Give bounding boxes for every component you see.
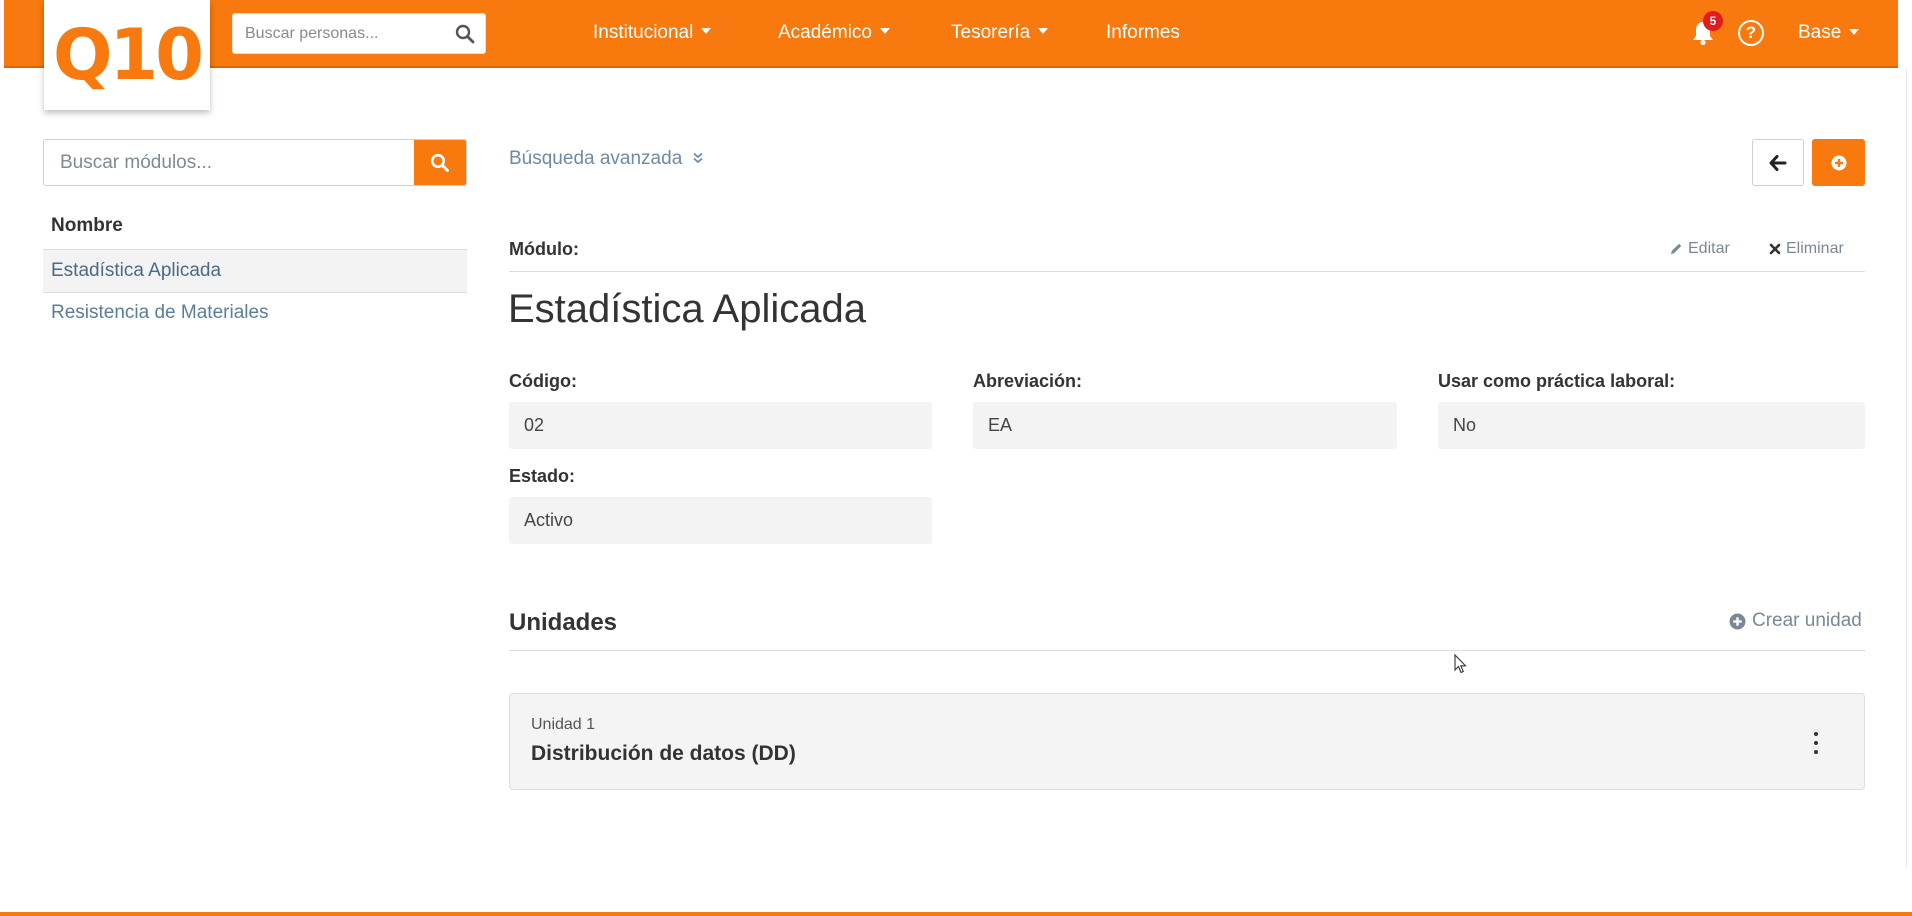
person-search-input[interactable] [245,14,445,53]
caret-down-icon [880,28,890,34]
nav-academico-label: Académico [778,22,872,43]
abreviacion-label: Abreviación: [973,371,1083,391]
module-search-button[interactable] [414,140,466,185]
pencil-icon [1671,243,1682,254]
user-menu-label: Base [1798,22,1842,43]
search-icon [430,153,449,172]
arrow-left-icon [1769,154,1787,171]
divider [509,271,1865,272]
module-search-box[interactable] [43,139,467,186]
unit-number: Unidad 1 [531,716,596,733]
nav-tesoreria-label: Tesorería [951,22,1031,43]
list-item[interactable]: Resistencia de Materiales [43,291,467,335]
mouse-cursor-icon [1454,654,1467,674]
codigo-label: Código: [509,371,577,391]
logo[interactable]: Q10 [44,0,210,110]
nav-institucional[interactable]: Institucional [593,0,712,66]
times-icon [1769,243,1781,255]
list-column-header: Nombre [51,215,123,236]
practica-laboral-label: Usar como práctica laboral: [1438,371,1676,391]
unit-card[interactable]: Unidad 1 Distribución de datos (DD) [509,693,1865,790]
codigo-value: 02 [509,402,932,449]
list-item-label: Resistencia de Materiales [51,302,269,323]
plus-circle-icon [1729,613,1746,629]
caret-down-icon [701,28,712,34]
divider [509,650,1865,651]
user-menu[interactable]: Base [1798,0,1860,66]
delete-label: Eliminar [1786,240,1844,257]
edit-label: Editar [1688,240,1730,257]
help-icon[interactable]: ? [1738,20,1764,46]
list-item-label: Estadística Aplicada [51,260,222,281]
person-search-box[interactable] [232,13,486,54]
footer-bar [0,912,1912,916]
edit-button[interactable]: Editar [1669,240,1730,258]
abreviacion-value: EA [973,402,1397,449]
unit-name: Distribución de datos (DD) [531,742,796,765]
nav-institucional-label: Institucional [593,22,694,43]
practica-laboral-value: No [1438,402,1865,449]
scrollbar[interactable] [1906,68,1907,868]
create-unit-label: Crear unidad [1752,610,1862,631]
advanced-search-label: Búsqueda avanzada [509,148,683,169]
plus-circle-icon [1831,155,1846,170]
nav-informes-label: Informes [1106,22,1180,43]
kebab-menu-icon[interactable] [1812,732,1820,754]
create-unit-link[interactable]: Crear unidad [1729,610,1862,632]
nav-academico[interactable]: Académico [778,0,890,66]
estado-value: Activo [509,497,932,544]
back-button[interactable] [1752,139,1804,186]
caret-down-icon [1038,28,1049,34]
list-item[interactable]: Estadística Aplicada [43,249,467,293]
search-icon[interactable] [455,24,475,44]
delete-button[interactable]: Eliminar [1769,240,1844,258]
advanced-search-toggle[interactable]: Búsqueda avanzada [509,148,704,170]
nav-informes[interactable]: Informes [1106,0,1180,66]
add-button[interactable] [1812,139,1865,186]
double-chevron-down-icon [692,152,703,164]
page-title: Estadística Aplicada [508,287,866,331]
caret-down-icon [1849,29,1860,35]
estado-label: Estado: [509,466,576,486]
notification-badge: 5 [1703,11,1723,31]
nav-tesoreria[interactable]: Tesorería [951,0,1049,66]
units-section-title: Unidades [509,609,618,636]
module-label: Módulo: [509,239,579,259]
logo-text: Q10 [53,14,204,96]
module-search-input[interactable] [60,140,400,185]
